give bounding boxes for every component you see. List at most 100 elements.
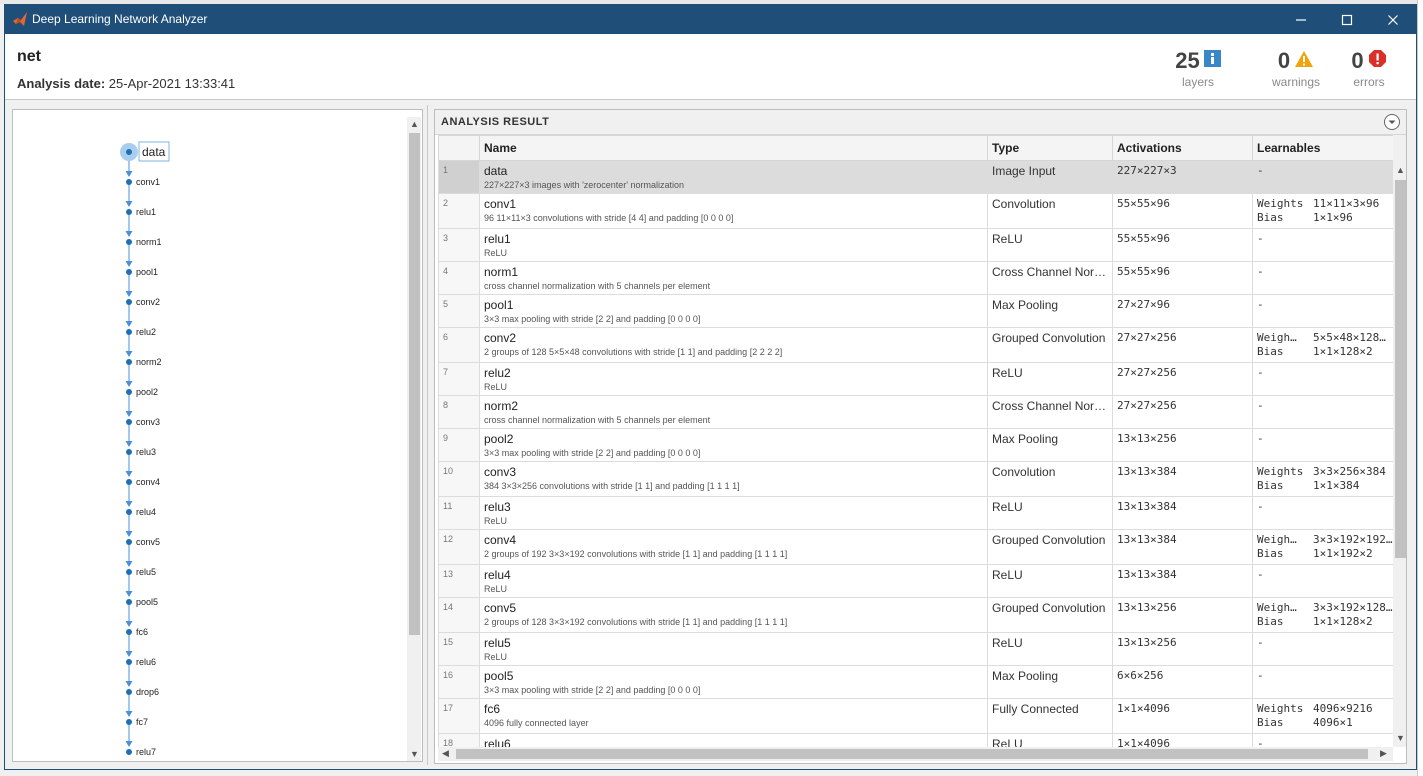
learnable-entry: Bias 1×1×96 — [1257, 211, 1393, 225]
layer-learnables: - — [1252, 362, 1393, 396]
row-index: 14 — [438, 597, 480, 633]
table-row[interactable]: 16 pool5 3×3 max pooling with stride [2 2]… — [438, 665, 1393, 699]
table-horizontal-scrollbar[interactable]: ◀ ▶ — [438, 747, 1393, 761]
table-row[interactable]: 13 relu4 ReLU ReLU 13×13×384- — [438, 564, 1393, 598]
layer-description: 2 groups of 192 3×3×192 convolutions wit… — [484, 549, 788, 559]
table-row[interactable]: 4 norm1 cross channel normalization with 5… — [438, 261, 1393, 295]
row-index: 10 — [438, 461, 480, 497]
table-row[interactable]: 14 conv5 2 groups of 128 3×3×192 convoluti… — [438, 597, 1393, 633]
layer-name: pool2 — [484, 432, 514, 446]
learnable-entry: - — [1257, 500, 1393, 514]
table-vertical-scrollbar[interactable]: ▲ ▼ — [1393, 135, 1406, 747]
learnable-key: - — [1257, 232, 1264, 245]
layer-type: Max Pooling — [987, 665, 1113, 699]
table-row[interactable]: 5 pool1 3×3 max pooling with stride [2 2] … — [438, 294, 1393, 328]
column-header-index[interactable] — [438, 135, 480, 161]
table-scroll-down-arrow-icon[interactable]: ▼ — [1396, 733, 1405, 743]
network-graph[interactable]: data conv1 relu1 norm1 pool1 conv2 relu2 norm2 p… — [13, 110, 408, 762]
column-header-activations[interactable]: Activations — [1112, 135, 1253, 161]
layer-learnables: Weights 3×3×256×384 Bias 1×1×384 — [1252, 461, 1393, 497]
layer-type: ReLU — [987, 564, 1113, 598]
table-row[interactable]: 8 norm2 cross channel normalization with 5… — [438, 395, 1393, 429]
table-row[interactable]: 18relu6ReLUReLU1×1×4096- — [438, 733, 1393, 747]
learnable-value: 1×1×192×2 — [1313, 547, 1373, 560]
graph-node-conv2[interactable]: conv2 — [126, 297, 160, 307]
close-button[interactable] — [1370, 5, 1416, 34]
table-row[interactable]: 12 conv4 2 groups of 192 3×3×192 convoluti… — [438, 529, 1393, 565]
learnable-entry: Weigh… 5×5×48×128… — [1257, 331, 1393, 345]
graph-node-relu2[interactable]: relu2 — [126, 327, 156, 337]
graph-node-relu4[interactable]: relu4 — [126, 507, 156, 517]
table-row[interactable]: 1 data 227×227×3 images with 'zerocenter' … — [438, 160, 1393, 194]
table-vertical-scroll-thumb[interactable] — [1395, 180, 1406, 558]
learnable-entry: Weights 11×11×3×96 — [1257, 197, 1393, 211]
layer-learnables: - — [1252, 564, 1393, 598]
learnable-key: Bias — [1257, 211, 1284, 224]
table-row[interactable]: 6 conv2 2 groups of 128 5×5×48 convolution… — [438, 327, 1393, 363]
scroll-down-arrow-icon[interactable]: ▼ — [410, 749, 419, 759]
graph-node-pool1[interactable]: pool1 — [126, 267, 158, 277]
learnable-value: 4096×9216 — [1313, 702, 1373, 715]
learnable-value — [1313, 265, 1393, 279]
table-row[interactable]: 3 relu1 ReLU ReLU 55×55×96- — [438, 228, 1393, 262]
maximize-button[interactable] — [1324, 5, 1370, 34]
learnable-entry: - — [1257, 298, 1393, 312]
graph-node-relu3[interactable]: relu3 — [126, 447, 156, 457]
table-scroll-left-arrow-icon[interactable]: ◀ — [442, 748, 449, 759]
graph-node-conv1[interactable]: conv1 — [126, 177, 160, 187]
collapse-panel-button[interactable] — [1384, 114, 1400, 130]
title-bar[interactable]: Deep Learning Network Analyzer — [5, 5, 1416, 34]
layer-learnables: Weigh… 3×3×192×192… Bias 1×1×192×2 — [1252, 529, 1393, 565]
graph-node-relu7[interactable]: relu7 — [126, 747, 156, 757]
layer-name-cell: relu4 ReLU — [479, 564, 988, 598]
graph-scroll-thumb[interactable] — [409, 133, 420, 635]
layer-activations: 13×13×384 — [1112, 529, 1253, 565]
column-header-type[interactable]: Type — [987, 135, 1113, 161]
learnable-key: Weigh… — [1257, 533, 1297, 546]
table-scroll-right-arrow-icon[interactable]: ▶ — [1380, 748, 1387, 759]
learnable-value: 1×1×128×2 — [1313, 615, 1373, 628]
minimize-button[interactable] — [1278, 5, 1324, 34]
table-row[interactable]: 7 relu2 ReLU ReLU 27×27×256- — [438, 362, 1393, 396]
graph-edge-arrow-icon — [125, 501, 133, 507]
table-row[interactable]: 11 relu3 ReLU ReLU 13×13×384- — [438, 496, 1393, 530]
layer-activations: 227×227×3 — [1112, 160, 1253, 194]
graph-node-norm1[interactable]: norm1 — [126, 237, 162, 247]
learnable-value — [1313, 669, 1393, 683]
graph-node-pool5[interactable]: pool5 — [126, 597, 158, 607]
table-scroll-up-arrow-icon[interactable]: ▲ — [1396, 165, 1405, 175]
layer-name: relu1 — [484, 232, 511, 246]
learnable-entry: - — [1257, 265, 1393, 279]
graph-node-norm2[interactable]: norm2 — [126, 357, 162, 367]
scroll-up-arrow-icon[interactable]: ▲ — [410, 119, 419, 129]
graph-node-conv4[interactable]: conv4 — [126, 477, 160, 487]
table-horizontal-scroll-thumb[interactable] — [456, 749, 1368, 759]
table-row[interactable]: 2 conv1 96 11×11×3 convolutions with strid… — [438, 193, 1393, 229]
graph-node-conv3[interactable]: conv3 — [126, 417, 160, 427]
graph-node-drop6[interactable]: drop6 — [126, 687, 159, 697]
learnable-entry: Bias 4096×1 — [1257, 716, 1393, 730]
table-row[interactable]: 15 relu5 ReLU ReLU 13×13×256- — [438, 632, 1393, 666]
layer-activations: 6×6×256 — [1112, 665, 1253, 699]
layer-description: ReLU — [484, 584, 508, 594]
layer-type: Max Pooling — [987, 294, 1113, 328]
layer-learnables: - — [1252, 733, 1393, 747]
analysis-header: net Analysis date: 25-Apr-2021 13:33:41 … — [5, 34, 1416, 100]
table-row[interactable]: 10 conv3 384 3×3×256 convolutions with str… — [438, 461, 1393, 497]
graph-node-conv5[interactable]: conv5 — [126, 537, 160, 547]
graph-node-pool2[interactable]: pool2 — [126, 387, 158, 397]
graph-node-relu1[interactable]: relu1 — [126, 207, 156, 217]
table-row[interactable]: 9 pool2 3×3 max pooling with stride [2 2] … — [438, 428, 1393, 462]
panel-splitter[interactable] — [427, 105, 428, 765]
network-graph-panel[interactable]: data conv1 relu1 norm1 pool1 conv2 relu2 norm2 p… — [12, 109, 423, 762]
layer-description: 2 groups of 128 3×3×192 convolutions wit… — [484, 617, 788, 627]
row-index: 5 — [438, 294, 480, 328]
column-header-learnables[interactable]: Learnables — [1252, 135, 1393, 161]
graph-vertical-scrollbar[interactable]: ▲ ▼ — [407, 117, 421, 761]
graph-node-data[interactable]: data — [120, 141, 170, 162]
graph-node-relu5[interactable]: relu5 — [126, 567, 156, 577]
graph-node-relu6[interactable]: relu6 — [126, 657, 156, 667]
table-row[interactable]: 17 fc6 4096 fully connected layer Fully Con… — [438, 698, 1393, 734]
learnable-key: Bias — [1257, 345, 1284, 358]
column-header-name[interactable]: Name — [479, 135, 988, 161]
